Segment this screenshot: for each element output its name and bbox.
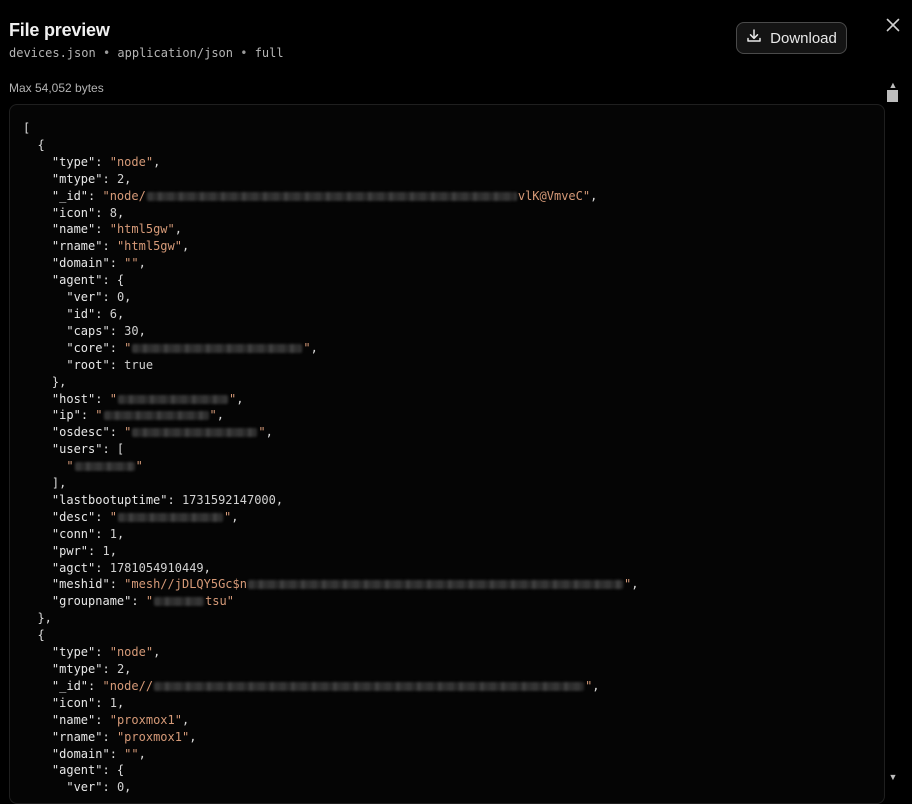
node-rname: html5gw	[124, 239, 175, 254]
node-id-tail: vlK@VmveC	[517, 188, 583, 203]
redacted-value	[154, 681, 585, 691]
redacted-value	[117, 394, 228, 404]
redacted-value	[103, 411, 209, 421]
dialog-title: File preview	[9, 20, 110, 40]
node-name: html5gw	[116, 222, 168, 237]
redacted-value	[117, 512, 223, 522]
max-size-label: Max 54,052 bytes	[9, 81, 104, 95]
redacted-value	[132, 343, 303, 353]
scroll-down-arrow[interactable]: ▼	[886, 772, 900, 782]
redacted-value	[146, 191, 517, 201]
close-button[interactable]	[882, 16, 904, 38]
scroll-up-arrow[interactable]: ▲	[886, 80, 900, 90]
scrollbar-thumb[interactable]	[887, 90, 898, 102]
download-label: Download	[770, 29, 837, 47]
file-meta: devices.json • application/json • full	[9, 46, 284, 60]
file-name: devices.json	[9, 46, 96, 60]
file-mime-type: application/json	[117, 46, 233, 60]
redacted-value	[247, 580, 623, 590]
agct-value: 1781054910449	[109, 560, 204, 575]
node-name: proxmox1	[116, 712, 175, 727]
redacted-value	[132, 428, 258, 438]
meshid-visible: mesh//jDLQY5Gc$n	[131, 577, 247, 592]
download-button[interactable]: Download	[736, 22, 847, 54]
download-icon	[746, 28, 762, 48]
file-mode: full	[254, 46, 284, 60]
groupname-tail: tsu	[205, 594, 227, 609]
code-preview[interactable]: [ { "type": "node", "mtype": 2, "_id": "…	[9, 104, 885, 804]
node-rname: proxmox1	[124, 729, 182, 744]
json-content: [ { "type": "node", "mtype": 2, "_id": "…	[23, 121, 639, 795]
close-icon	[885, 17, 901, 38]
meta-separator: •	[102, 46, 111, 60]
lastbootuptime-value: 1731592147000	[181, 492, 276, 507]
redacted-value	[74, 462, 135, 472]
meta-separator: •	[240, 46, 248, 60]
redacted-value	[154, 597, 205, 607]
